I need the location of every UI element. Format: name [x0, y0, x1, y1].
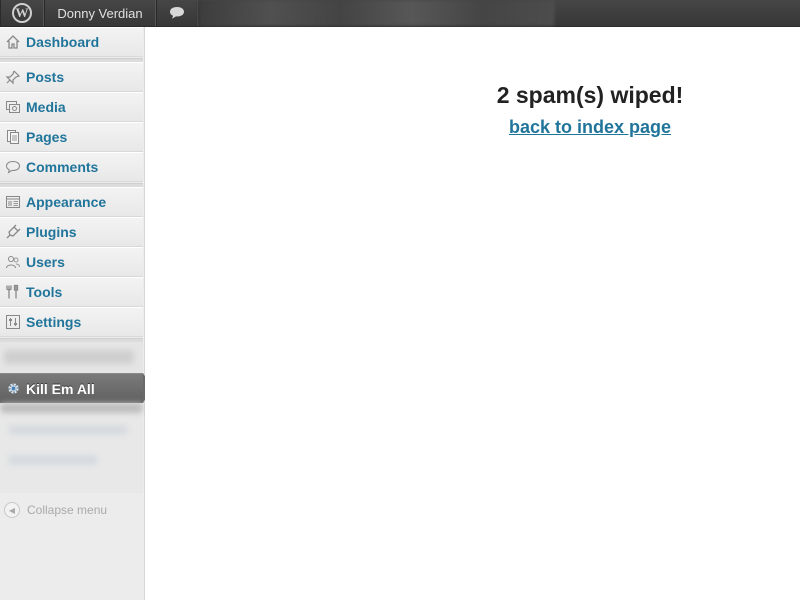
- sidebar-item-label: Users: [26, 254, 65, 270]
- admin-menu: Dashboard Posts Media Pages Comments App…: [0, 27, 152, 600]
- users-icon: [5, 254, 21, 270]
- home-icon: [5, 34, 21, 50]
- collapse-menu-button[interactable]: ◀ Collapse menu: [0, 499, 143, 521]
- sidebar-item-label: Posts: [26, 69, 65, 85]
- sidebar-item-label: Pages: [26, 129, 68, 145]
- sidebar-item-label: Plugins: [26, 224, 77, 240]
- tools-icon: [5, 284, 21, 300]
- sidebar-item-users[interactable]: Users: [0, 247, 143, 277]
- sidebar-item-label: Kill Em All: [26, 380, 95, 397]
- wordpress-logo-button[interactable]: W: [0, 0, 44, 26]
- sidebar-item-label: Dashboard: [26, 34, 100, 50]
- settings-icon: [5, 314, 21, 330]
- obscured-submenu: [0, 403, 143, 493]
- sidebar-item-label: Tools: [26, 284, 63, 300]
- collapse-arrow-icon: ◀: [4, 502, 20, 518]
- comments-button[interactable]: [156, 0, 198, 26]
- user-name-link[interactable]: Donny Verdian: [44, 0, 156, 26]
- sidebar-item-tools[interactable]: Tools: [0, 277, 143, 307]
- obscured-menu-item: [0, 342, 143, 373]
- wordpress-logo-icon: W: [12, 3, 32, 23]
- comment-bubble-icon: [170, 7, 184, 19]
- status-message: 2 spam(s) wiped!: [496, 82, 684, 108]
- media-icon: [5, 99, 21, 115]
- sidebar-item-dashboard[interactable]: Dashboard: [0, 27, 143, 57]
- pushpin-icon: [5, 69, 21, 85]
- comment-icon: [5, 159, 21, 175]
- sidebar-item-label: Appearance: [26, 194, 107, 210]
- sidebar-item-pages[interactable]: Pages: [0, 122, 143, 152]
- sidebar-item-label: Comments: [26, 159, 99, 175]
- main-content: 2 spam(s) wiped! back to index page: [145, 27, 800, 600]
- plug-icon: [5, 224, 21, 240]
- pages-icon: [5, 129, 21, 145]
- admin-bar: W Donny Verdian: [0, 0, 800, 27]
- sidebar-item-kill-em-all[interactable]: Kill Em All: [0, 373, 143, 403]
- collapse-menu-label: Collapse menu: [27, 503, 108, 517]
- obscured-admin-bar-area: [198, 0, 554, 26]
- sidebar-item-label: Media: [26, 99, 66, 115]
- gear-icon: [5, 381, 21, 397]
- sidebar-item-appearance[interactable]: Appearance: [0, 187, 143, 217]
- sidebar-item-comments[interactable]: Comments: [0, 152, 143, 182]
- back-to-index-link[interactable]: back to index page: [145, 117, 800, 138]
- appearance-icon: [5, 194, 21, 210]
- sidebar-item-posts[interactable]: Posts: [0, 62, 143, 92]
- sidebar-item-label: Settings: [26, 314, 82, 330]
- sidebar-item-plugins[interactable]: Plugins: [0, 217, 143, 247]
- sidebar-item-media[interactable]: Media: [0, 92, 143, 122]
- sidebar-item-settings[interactable]: Settings: [0, 307, 143, 337]
